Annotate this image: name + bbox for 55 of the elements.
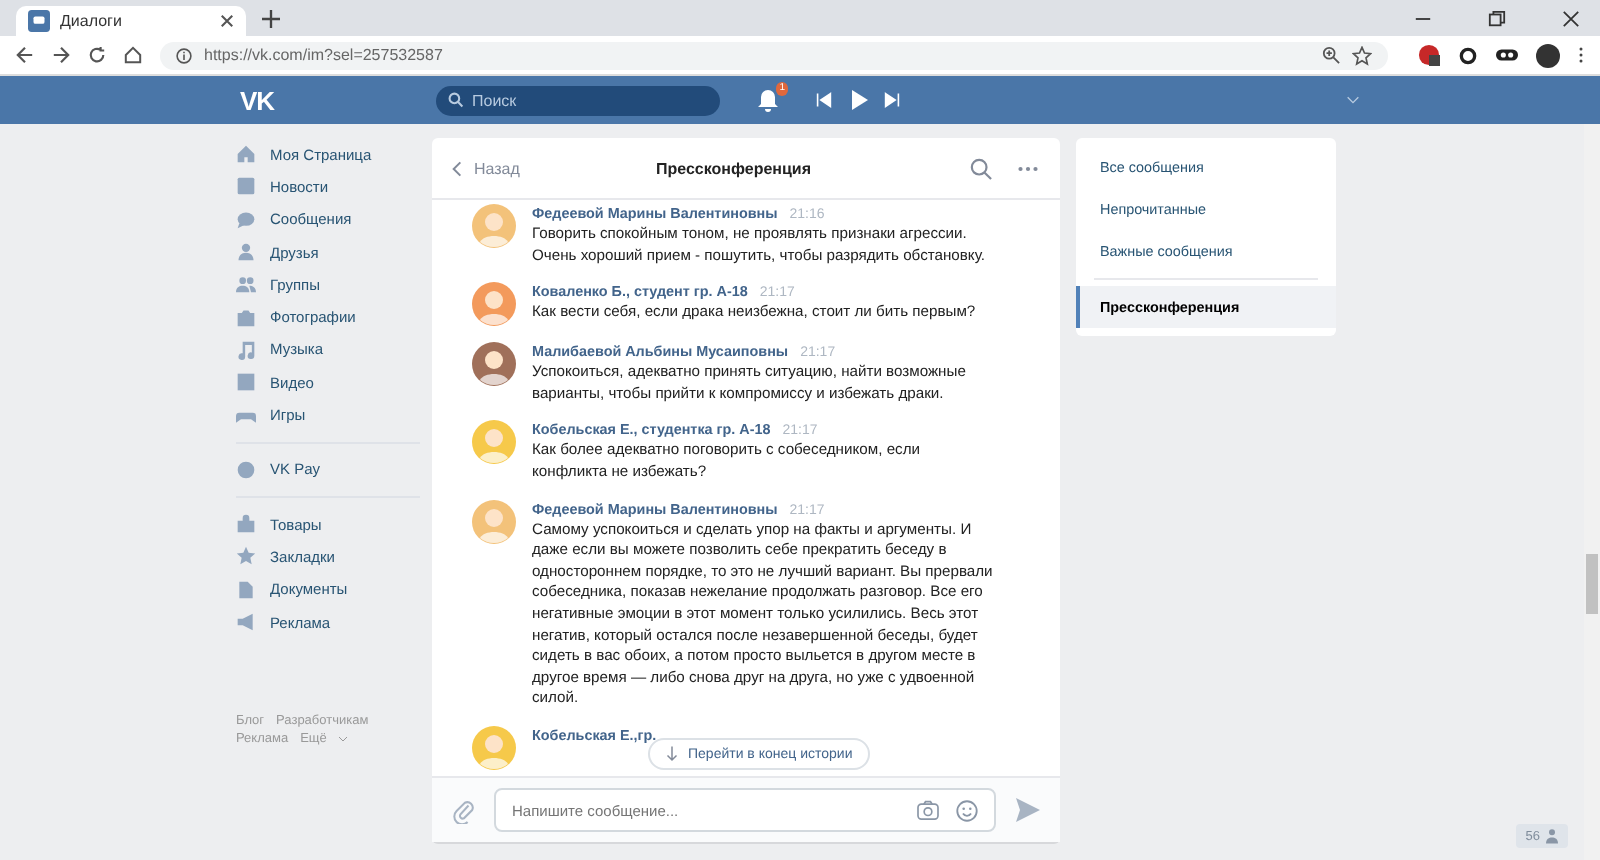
more-icon[interactable] <box>1016 165 1040 171</box>
info-icon <box>176 47 192 63</box>
menu-icon[interactable] <box>1578 44 1584 66</box>
person-icon <box>1546 828 1558 844</box>
menu-item-icon <box>236 176 256 197</box>
search-icon <box>448 92 464 108</box>
browser-tab[interactable]: Диалоги <box>16 6 246 36</box>
url-text: https://vk.com/im?sel=257532587 <box>204 46 443 64</box>
caret-icon[interactable] <box>1346 96 1360 104</box>
scrollbar-thumb[interactable] <box>1586 554 1598 614</box>
profile-avatar-icon[interactable] <box>1536 43 1560 67</box>
play-icon[interactable] <box>848 90 868 110</box>
forward-arrow-icon[interactable] <box>52 46 70 64</box>
extension-icon[interactable] <box>1418 44 1440 66</box>
chat-title: Прессконференция <box>656 159 814 177</box>
chat-icon <box>28 10 50 32</box>
search-field[interactable]: Поиск <box>472 85 708 115</box>
new-tab-icon[interactable] <box>262 9 280 27</box>
search-icon[interactable] <box>970 157 992 179</box>
close-icon[interactable] <box>1562 9 1580 27</box>
previous-track-icon[interactable] <box>816 92 832 108</box>
menu-item-icon <box>236 579 256 600</box>
camera-icon[interactable] <box>916 800 940 820</box>
menu-item-icon <box>236 274 256 295</box>
star-icon[interactable] <box>1352 45 1372 65</box>
next-track-icon[interactable] <box>884 92 900 108</box>
menu-item-icon <box>236 459 256 480</box>
menu-item-icon <box>236 307 256 328</box>
address-bar[interactable]: https://vk.com/im?sel=257532587 <box>160 41 1388 69</box>
extension-icon[interactable] <box>1458 45 1478 65</box>
back-arrow-icon[interactable] <box>16 46 34 64</box>
home-icon[interactable] <box>124 46 142 64</box>
logo[interactable]: VK <box>240 85 420 115</box>
zoom-icon[interactable] <box>1322 46 1340 64</box>
bell-icon[interactable] <box>756 88 780 112</box>
avatar[interactable] <box>472 342 516 387</box>
menu-item-icon <box>236 339 256 360</box>
extension-icon[interactable] <box>1496 44 1518 66</box>
search-bar[interactable]: Поиск <box>436 85 720 115</box>
menu-item-icon <box>236 612 256 632</box>
menu-item-icon <box>236 209 256 230</box>
close-icon[interactable] <box>220 14 234 28</box>
menu-item-icon <box>236 546 256 567</box>
caret-icon <box>338 736 349 743</box>
reload-icon[interactable] <box>88 46 106 64</box>
menu-item-icon <box>236 242 256 263</box>
tab-title: Диалоги <box>60 12 124 30</box>
restore-icon[interactable] <box>1488 9 1506 27</box>
chevron-left-icon <box>452 159 462 177</box>
menu-item-icon <box>236 514 256 535</box>
paperclip-icon[interactable] <box>452 797 474 823</box>
menu-item-icon <box>236 144 256 165</box>
menu-item-icon <box>236 372 256 393</box>
arrow-down-icon <box>666 746 678 762</box>
smiley-icon[interactable] <box>956 799 978 821</box>
